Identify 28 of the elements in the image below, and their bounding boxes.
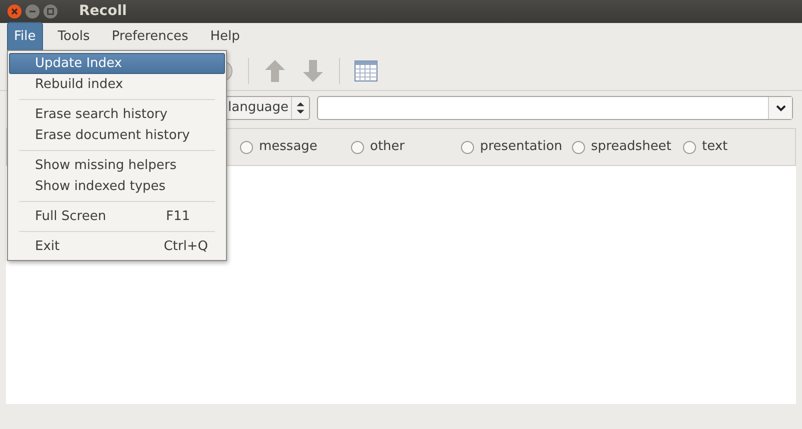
category-radio[interactable]: message: [240, 137, 351, 157]
caret-icon: [774, 104, 786, 112]
window-title: Recoll: [79, 2, 127, 21]
category-radio[interactable]: text: [683, 137, 773, 157]
menu-item[interactable]: Update Index: [9, 53, 225, 74]
menu-item[interactable]: Show indexed types: [9, 176, 225, 197]
menu-item[interactable]: Preferences: [104, 22, 196, 52]
category-radio[interactable]: other: [351, 137, 461, 157]
up-arrow-icon[interactable]: [263, 58, 287, 84]
menu-item[interactable]: Erase search history: [9, 104, 225, 125]
search-field[interactable]: [317, 96, 793, 120]
menu-item[interactable]: Exit Ctrl+Q: [9, 236, 225, 257]
calendar-icon[interactable]: [354, 60, 378, 82]
menu-item[interactable]: Show missing helpers: [9, 155, 225, 176]
maximize-icon[interactable]: [43, 4, 58, 19]
menu-item[interactable]: Erase document history: [9, 125, 225, 146]
shortcut-label: F11: [166, 208, 192, 226]
menu-item[interactable]: Help: [203, 22, 247, 52]
minimize-icon[interactable]: [25, 4, 40, 19]
menu-item[interactable]: Full Screen F11: [9, 206, 225, 227]
category-radio[interactable]: spreadsheet: [572, 137, 683, 157]
down-arrow-icon[interactable]: [301, 58, 325, 84]
shortcut-label: Ctrl+Q: [164, 238, 208, 256]
menu-item[interactable]: Rebuild index: [9, 74, 225, 95]
menu-item[interactable]: File: [7, 22, 43, 52]
close-icon[interactable]: [7, 4, 22, 19]
menu-item[interactable]: Tools: [50, 22, 97, 52]
category-radio[interactable]: presentation: [461, 137, 572, 157]
